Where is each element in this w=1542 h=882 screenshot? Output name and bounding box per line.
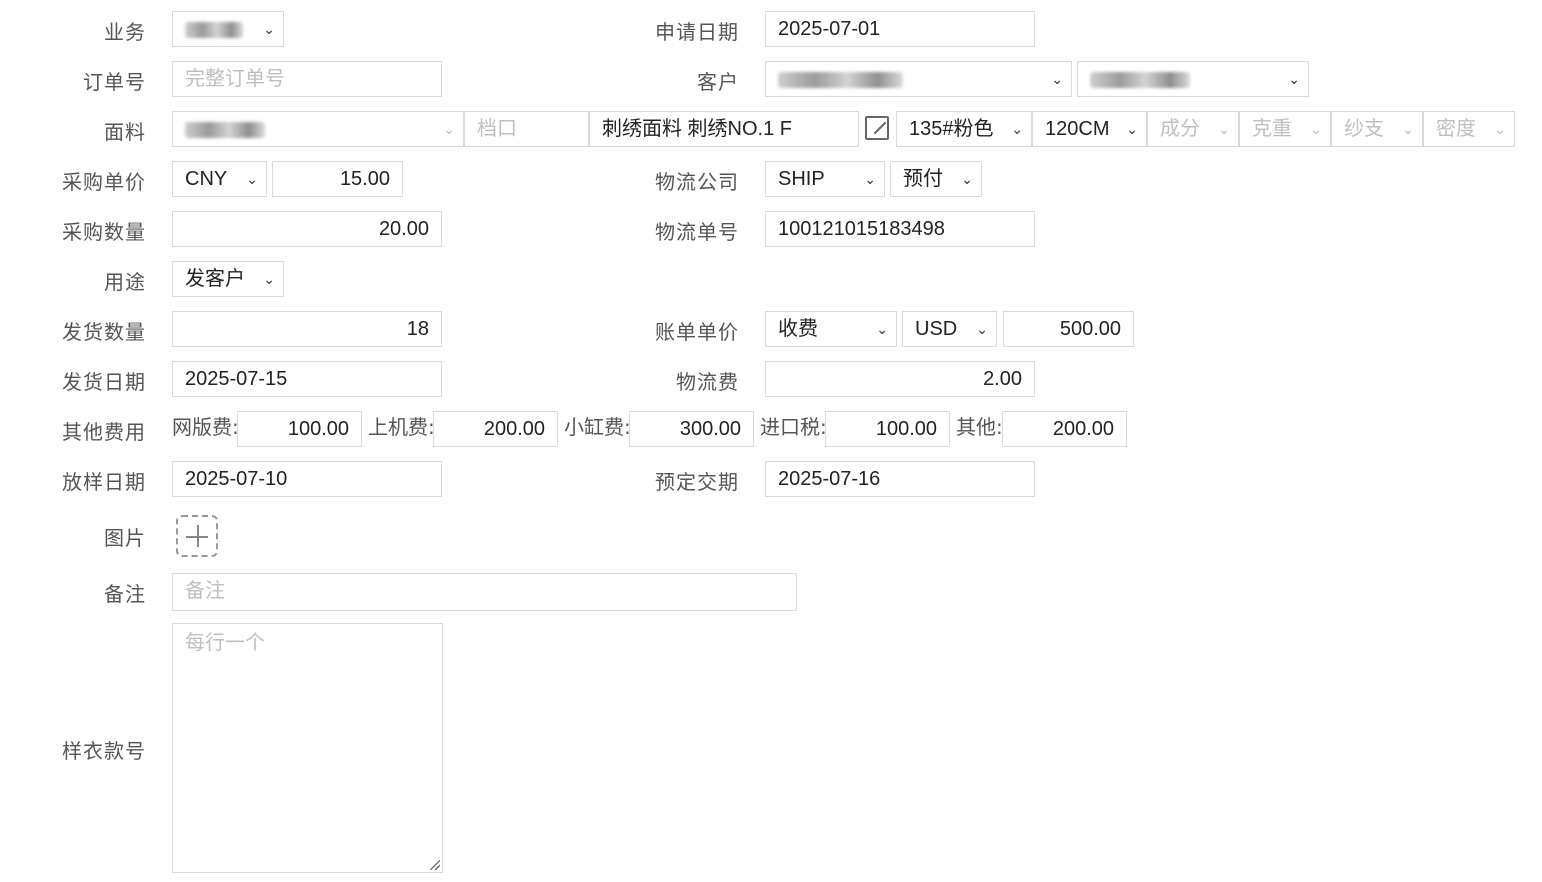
chevron-down-icon: ⌄ <box>876 321 888 337</box>
label-ship-date: 发货日期 <box>62 370 146 394</box>
chevron-down-icon: ⌄ <box>1310 121 1322 137</box>
composition-select[interactable]: 成分 ⌄ <box>1147 111 1239 147</box>
label-picture: 图片 <box>104 526 146 550</box>
chevron-down-icon: ⌄ <box>1051 71 1063 87</box>
remark-input[interactable]: 备注 <box>172 573 797 611</box>
purchase-price-input[interactable]: 15.00 <box>272 161 403 197</box>
yarn-select[interactable]: 纱支 ⌄ <box>1331 111 1423 147</box>
chevron-down-icon: ⌄ <box>961 171 973 187</box>
currency-select[interactable]: CNY ⌄ <box>172 161 267 197</box>
usage-value: 发客户 <box>185 268 245 290</box>
chevron-down-icon: ⌄ <box>976 321 988 337</box>
label-delivery-date: 预定交期 <box>655 470 739 494</box>
color-select[interactable]: 135#粉色 ⌄ <box>896 111 1032 147</box>
textarea-placeholder: 每行一个 <box>185 630 265 654</box>
customer-select[interactable]: ⌄ <box>765 61 1072 97</box>
redacted-value <box>778 71 903 88</box>
label-customer: 客户 <box>697 70 739 94</box>
logistics-company-select[interactable]: SHIP ⌄ <box>765 161 885 197</box>
fabric-name-input[interactable]: 刺绣面料 刺绣NO.1 F <box>589 111 859 147</box>
redacted-value <box>185 21 243 38</box>
tracking-no-input[interactable]: 100121015183498 <box>765 211 1035 247</box>
apply-date-input[interactable]: 2025-07-01 <box>765 11 1035 47</box>
fee-input-other[interactable]: 200.00 <box>1002 411 1127 447</box>
label-bill-price: 账单单价 <box>655 320 739 344</box>
resize-handle[interactable] <box>430 860 440 870</box>
usage-select[interactable]: 发客户 ⌄ <box>172 261 284 297</box>
sample-date-input[interactable]: 2025-07-10 <box>172 461 442 497</box>
delivery-date-input[interactable]: 2025-07-16 <box>765 461 1035 497</box>
chevron-down-icon: ⌄ <box>1126 121 1138 137</box>
yarn-placeholder: 纱支 <box>1344 118 1384 140</box>
fee-input-screen[interactable]: 100.00 <box>237 411 362 447</box>
width-select[interactable]: 120CM ⌄ <box>1032 111 1147 147</box>
fee-input-import-tax[interactable]: 100.00 <box>825 411 950 447</box>
label-order-no: 订单号 <box>83 70 146 94</box>
label-logistics-fee: 物流费 <box>676 370 739 394</box>
currency-value: CNY <box>185 168 228 190</box>
fee-label-small-vat: 小缸费: <box>564 415 631 439</box>
chevron-down-icon: ⌄ <box>1494 121 1506 137</box>
label-usage: 用途 <box>104 270 146 294</box>
weight-placeholder: 克重 <box>1252 118 1292 140</box>
stall-input[interactable]: 档口 <box>464 111 589 147</box>
label-business: 业务 <box>104 20 146 44</box>
fee-input-small-vat[interactable]: 300.00 <box>629 411 754 447</box>
ship-date-input[interactable]: 2025-07-15 <box>172 361 442 397</box>
bill-type-value: 收费 <box>778 318 818 340</box>
label-purchase-qty: 采购数量 <box>62 220 146 244</box>
fabric-select[interactable]: ⌄ <box>172 111 464 147</box>
logistics-fee-input[interactable]: 2.00 <box>765 361 1035 397</box>
bill-currency-select[interactable]: USD ⌄ <box>902 311 997 347</box>
bill-currency-value: USD <box>915 318 958 340</box>
weight-select[interactable]: 克重 ⌄ <box>1239 111 1331 147</box>
bill-type-select[interactable]: 收费 ⌄ <box>765 311 897 347</box>
chevron-down-icon: ⌄ <box>443 121 455 137</box>
fee-label-machine: 上机费: <box>368 415 435 439</box>
edit-icon[interactable] <box>865 116 889 140</box>
order-no-input[interactable]: 完整订单号 <box>172 61 442 97</box>
density-select[interactable]: 密度 ⌄ <box>1423 111 1515 147</box>
label-apply-date: 申请日期 <box>655 20 739 44</box>
payment-type-select[interactable]: 预付 ⌄ <box>890 161 982 197</box>
redacted-value <box>185 121 265 138</box>
chevron-down-icon: ⌄ <box>1011 121 1023 137</box>
chevron-down-icon: ⌄ <box>1402 121 1414 137</box>
plus-icon[interactable] <box>176 515 218 557</box>
chevron-down-icon: ⌄ <box>1218 121 1230 137</box>
chevron-down-icon: ⌄ <box>263 21 275 37</box>
ship-qty-input[interactable]: 18 <box>172 311 442 347</box>
purchase-qty-input[interactable]: 20.00 <box>172 211 442 247</box>
chevron-down-icon: ⌄ <box>246 171 258 187</box>
bill-price-input[interactable]: 500.00 <box>1003 311 1134 347</box>
business-select[interactable]: ⌄ <box>172 11 284 47</box>
composition-placeholder: 成分 <box>1160 118 1200 140</box>
fee-label-import-tax: 进口税: <box>760 415 827 439</box>
label-fabric: 面料 <box>104 120 146 144</box>
redacted-value <box>1090 71 1190 88</box>
label-sample-style-no: 样衣款号 <box>62 739 146 763</box>
chevron-down-icon: ⌄ <box>1288 71 1300 87</box>
label-tracking-no: 物流单号 <box>655 220 739 244</box>
density-placeholder: 密度 <box>1436 118 1476 140</box>
logistics-company-value: SHIP <box>778 168 825 190</box>
customer-contact-select[interactable]: ⌄ <box>1077 61 1309 97</box>
color-value: 135#粉色 <box>909 118 994 140</box>
fee-label-screen: 网版费: <box>172 415 239 439</box>
label-logistics-company: 物流公司 <box>655 170 739 194</box>
label-other-fees: 其他费用 <box>62 420 146 444</box>
chevron-down-icon: ⌄ <box>263 271 275 287</box>
fee-input-machine[interactable]: 200.00 <box>433 411 558 447</box>
label-remark: 备注 <box>104 582 146 606</box>
sample-style-textarea[interactable]: 每行一个 <box>172 623 443 873</box>
payment-type-value: 预付 <box>903 168 943 190</box>
fee-label-other: 其他: <box>956 415 1003 439</box>
chevron-down-icon: ⌄ <box>864 171 876 187</box>
label-ship-qty: 发货数量 <box>62 320 146 344</box>
label-sample-date: 放样日期 <box>62 470 146 494</box>
label-purchase-price: 采购单价 <box>62 170 146 194</box>
width-value: 120CM <box>1045 118 1110 140</box>
